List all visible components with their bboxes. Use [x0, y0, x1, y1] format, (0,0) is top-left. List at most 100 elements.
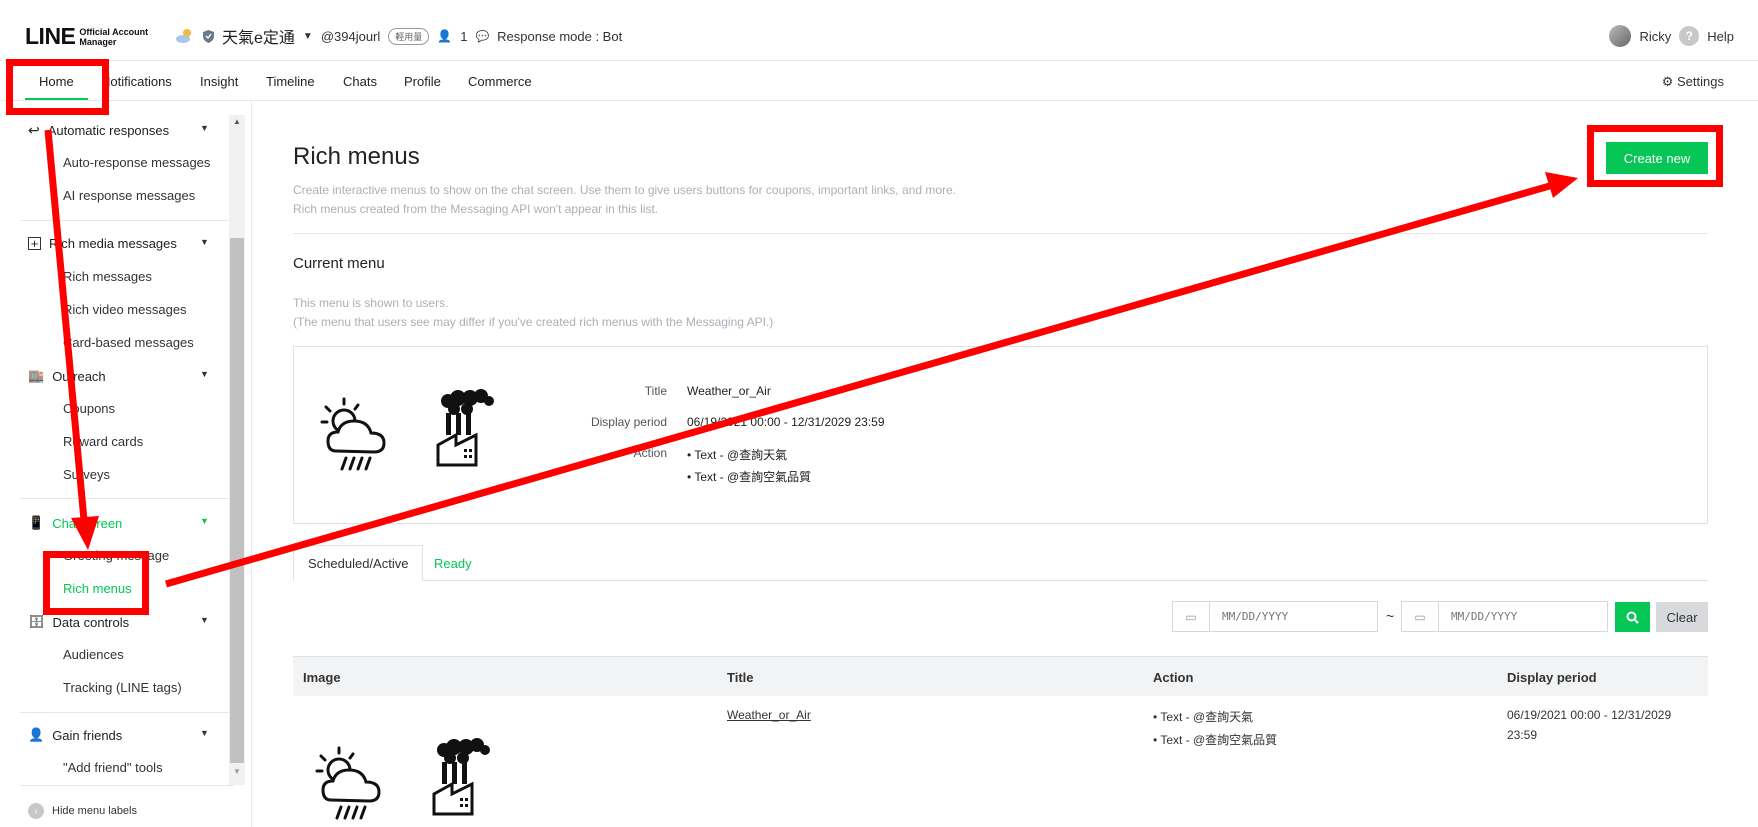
clear-button[interactable]: Clear: [1656, 602, 1708, 632]
user-name[interactable]: Ricky: [1639, 29, 1671, 44]
sidebar-group-data-controls[interactable]: 🗄 Data controls ▼: [28, 614, 209, 630]
annotation-box-home: [6, 59, 109, 115]
table-header: Image Title Action Display period: [293, 656, 1708, 696]
avatar[interactable]: [1609, 25, 1632, 47]
logo-sub: Official Account Manager: [79, 27, 148, 47]
display-period-value: 06/19/2021 00:00 - 12/31/2029 23:59: [687, 415, 885, 429]
calendar-icon: ▭: [1173, 602, 1210, 631]
sidebar-item-audiences[interactable]: Audiences: [63, 647, 124, 662]
current-menu-note-2: (The menu that users see may differ if y…: [293, 315, 774, 329]
date-range-separator: ~: [1386, 608, 1395, 624]
logo-main: LINE: [25, 23, 76, 49]
tab-insight[interactable]: Insight: [200, 74, 238, 89]
row-action-text: Text - @查詢空氣品質: [1160, 733, 1278, 747]
sidebar-item-tracking[interactable]: Tracking (LINE tags): [63, 680, 182, 695]
sidebar-scroll-thumb[interactable]: [230, 238, 244, 763]
top-header: LINE Official Account Manager 天氣e定通 ▼ @3…: [0, 10, 1758, 61]
sidebar-group-label: Data controls: [52, 614, 130, 630]
divider: [20, 498, 234, 499]
sidebar-item-ai-response[interactable]: AI response messages: [63, 188, 195, 203]
search-button[interactable]: [1615, 602, 1650, 632]
tab-profile[interactable]: Profile: [404, 74, 441, 89]
reply-icon: ↩: [28, 122, 40, 138]
sidebar-group-rich-media[interactable]: + Rich media messages ▼: [28, 236, 209, 251]
page: LINE Official Account Manager 天氣e定通 ▼ @3…: [0, 0, 1758, 827]
sidebar-item-coupons[interactable]: Coupons: [63, 401, 115, 416]
row-period-line-2: 23:59: [1507, 728, 1538, 742]
action-item: • Text - @查詢空氣品質: [687, 470, 812, 484]
scroll-down-icon[interactable]: ▼: [233, 767, 241, 776]
sidebar-group-label: Outreach: [52, 368, 106, 384]
factory-smoke-icon: [436, 389, 494, 467]
caret-down-icon: ▼: [200, 369, 209, 379]
annotation-box-create-new: [1587, 125, 1723, 187]
account-switcher[interactable]: 天氣e定通 ▼ @394jourl 輕用量 👤 1 💬 Response mod…: [175, 24, 622, 48]
row-period-line-1: 06/19/2021 00:00 - 12/31/2029: [1507, 708, 1672, 722]
logo-sub-2: Manager: [79, 36, 117, 47]
start-date-field[interactable]: ▭: [1172, 601, 1378, 632]
user-area: Ricky ? Help: [1609, 25, 1734, 47]
scroll-up-icon[interactable]: ▲: [233, 117, 241, 126]
annotation-box-rich-menus: [43, 551, 149, 615]
sidebar-item-auto-response[interactable]: Auto-response messages: [63, 155, 210, 170]
sidebar-group-chat-screen[interactable]: 📱 Chat screen ▼: [28, 515, 209, 531]
sidebar-item-add-friend-tools[interactable]: "Add friend" tools: [63, 760, 163, 775]
column-header-title: Title: [727, 670, 754, 685]
end-date-input[interactable]: [1439, 610, 1589, 623]
sidebar-item-reward-cards[interactable]: Reward cards: [63, 434, 143, 449]
row-action-item: • Text - @查詢天氣: [1153, 710, 1254, 724]
sidebar-item-rich-video[interactable]: Rich video messages: [63, 302, 187, 317]
help-link[interactable]: Help: [1707, 29, 1734, 44]
help-icon[interactable]: ?: [1679, 26, 1700, 46]
chat-bubble-icon: 💬: [475, 30, 490, 43]
tab-chats[interactable]: Chats: [343, 74, 377, 89]
current-menu-note-1: This menu is shown to users.: [293, 296, 449, 310]
phone-chat-icon: 📱: [28, 515, 45, 530]
column-header-image: Image: [303, 670, 341, 685]
tab-timeline[interactable]: Timeline: [266, 74, 315, 89]
tab-scheduled-active[interactable]: Scheduled/Active: [293, 545, 424, 581]
sidebar-group-automatic-responses[interactable]: ↩ Automatic responses ▼: [28, 122, 209, 139]
line-logo[interactable]: LINE Official Account Manager: [25, 23, 148, 50]
action-label: Action: [633, 446, 667, 460]
display-period-label: Display period: [590, 415, 667, 429]
hide-menu-labels[interactable]: ‹ Hide menu labels: [28, 803, 137, 819]
plan-tag: 輕用量: [388, 27, 430, 45]
sidebar-group-outreach[interactable]: 🏬 Outreach ▼: [28, 368, 209, 384]
column-header-display-period: Display period: [1507, 670, 1597, 685]
start-date-input[interactable]: [1210, 610, 1360, 623]
shield-icon: [203, 29, 214, 43]
tab-notifications[interactable]: Notifications: [101, 74, 172, 89]
sidebar-item-card-based[interactable]: Card-based messages: [63, 335, 194, 350]
sidebar-item-rich-messages[interactable]: Rich messages: [63, 269, 152, 284]
row-title-link[interactable]: Weather_or_Air: [727, 708, 811, 722]
sidebar-item-surveys[interactable]: Surveys: [63, 467, 110, 482]
current-menu-card: Title Weather_or_Air Display period 06/1…: [293, 346, 1708, 524]
gear-icon: ⚙: [1661, 74, 1674, 89]
response-mode[interactable]: Response mode : Bot: [497, 29, 622, 44]
row-action-item: • Text - @查詢空氣品質: [1153, 733, 1278, 747]
store-icon: 🏬: [28, 368, 45, 383]
friends-count: 1: [460, 28, 468, 44]
account-name: 天氣e定通: [222, 30, 295, 47]
caret-down-icon: ▼: [200, 728, 209, 738]
chevron-left-icon: ‹: [28, 803, 44, 819]
page-title: Rich menus: [293, 143, 420, 170]
sidebar-group-gain-friends[interactable]: 👤 Gain friends ▼: [28, 727, 209, 743]
logo-sub-1: Official Account: [79, 26, 149, 37]
caret-down-icon: ▼: [200, 123, 209, 133]
column-header-action: Action: [1153, 670, 1194, 685]
calendar-icon: ▭: [1402, 602, 1439, 631]
tab-commerce[interactable]: Commerce: [468, 74, 532, 89]
sidebar-group-label: Automatic responses: [47, 123, 170, 138]
action-text: Text - @查詢空氣品質: [694, 470, 812, 484]
page-description-2: Rich menus created from the Messaging AP…: [293, 202, 659, 216]
caret-down-icon: ▼: [200, 615, 209, 625]
tab-ready[interactable]: Ready: [420, 545, 486, 581]
settings-link[interactable]: ⚙ Settings: [1662, 74, 1724, 90]
status-tabs: Scheduled/Active Ready: [293, 545, 1708, 581]
end-date-field[interactable]: ▭: [1401, 601, 1608, 632]
account-id: @394jourl: [320, 28, 381, 44]
search-icon: [1626, 611, 1639, 624]
row-action-text: Text - @查詢天氣: [1160, 710, 1254, 724]
